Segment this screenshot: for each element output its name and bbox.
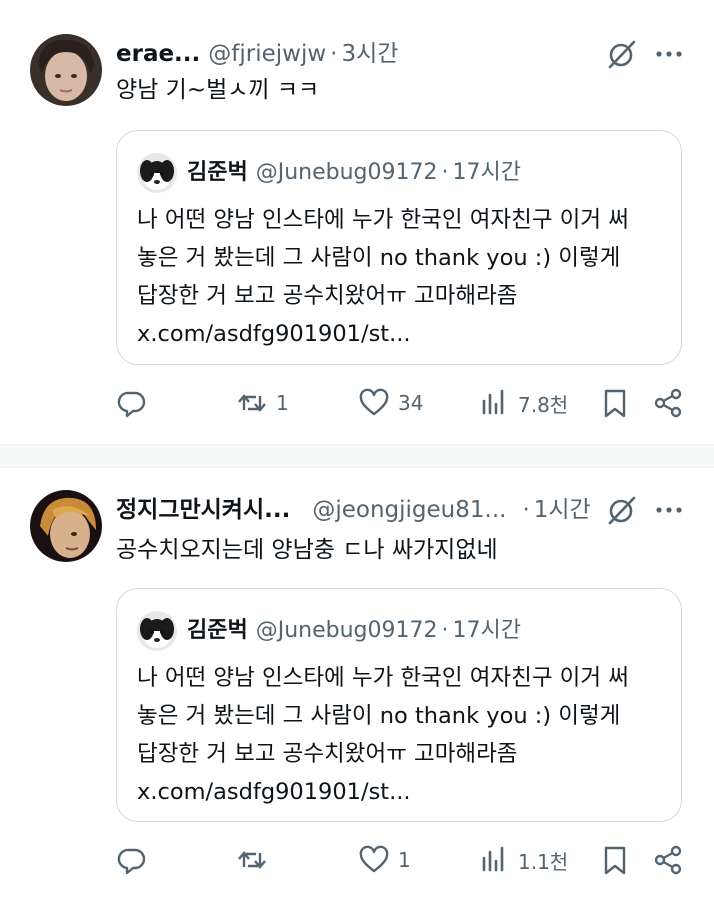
author-avatar[interactable]	[30, 34, 102, 106]
like-icon	[359, 388, 389, 416]
views-button[interactable]: 7.8천	[480, 383, 568, 423]
views-icon	[482, 846, 504, 872]
repost-icon	[238, 851, 266, 869]
quote-author-name[interactable]: 김준벅	[187, 160, 248, 185]
bookmark-icon	[604, 846, 626, 875]
quote-line: 놓은 거 봤는데 그 사람이 no thank you :) 이렇게	[137, 703, 621, 729]
quote-time: 17시간	[452, 160, 521, 185]
post-divider	[0, 444, 714, 468]
grok-icon[interactable]	[606, 494, 638, 526]
like-button[interactable]: 1	[358, 840, 411, 880]
quote-author-handle[interactable]: @Junebug09172	[256, 618, 438, 643]
share-button[interactable]	[652, 840, 684, 880]
quote-text: 나 어떤 양남 인스타에 누가 한국인 여자친구 이거 써 놓은 거 봤는데 그…	[137, 201, 629, 353]
author-handle[interactable]: @jeongjigeu81...	[312, 497, 506, 523]
like-count: 1	[398, 848, 411, 872]
more-icon[interactable]	[653, 38, 685, 70]
post-header: erae... @fjriejwjw · 3시간	[116, 36, 398, 72]
views-icon	[482, 389, 504, 415]
quote-line: 놓은 거 봤는데 그 사람이 no thank you :) 이렇게	[137, 245, 621, 271]
quote-avatar	[137, 153, 177, 193]
separator-dot: ·	[522, 497, 530, 523]
view-count: 7.8천	[518, 392, 569, 417]
author-handle[interactable]: @fjriejwjw	[208, 41, 326, 67]
grok-icon[interactable]	[606, 38, 638, 70]
views-button[interactable]: 1.1천	[480, 840, 568, 880]
reply-icon	[117, 391, 146, 418]
post-2[interactable]: 정지그만시켜시... @jeongjigeu81... · 1시간 공수치오지는데 양…	[0, 468, 714, 913]
post-text: 양남 기~벌ㅅ끼 ㅋㅋ	[116, 77, 320, 103]
repost-count: 1	[276, 391, 289, 415]
quote-line: 답장한 거 보고 공수치왔어ㅠ 고마해라좀	[137, 283, 518, 309]
action-bar: 1 34 7.8천	[0, 383, 714, 423]
quote-author-name[interactable]: 김준벅	[187, 618, 248, 643]
quoted-post[interactable]: 김준벅 @Junebug09172 · 17시간 나 어떤 양남 인스타에 누가 한국…	[116, 130, 682, 365]
post-header: 정지그만시켜시... @jeongjigeu81... · 1시간	[116, 492, 591, 528]
bookmark-icon	[604, 389, 626, 418]
share-icon	[654, 845, 682, 875]
reply-button[interactable]	[116, 840, 156, 880]
quote-author-handle[interactable]: @Junebug09172	[256, 160, 438, 185]
repost-icon	[238, 394, 266, 412]
separator-dot: ·	[330, 41, 338, 67]
repost-button[interactable]: 1	[236, 383, 289, 423]
post-1[interactable]: erae... @fjriejwjw · 3시간 양남 기~벌ㅅ끼 ㅋㅋ 김준벅 @	[0, 0, 714, 440]
bookmark-button[interactable]	[600, 383, 630, 423]
like-count: 34	[398, 391, 424, 415]
reply-icon	[117, 848, 146, 875]
more-icon[interactable]	[653, 494, 685, 526]
quote-link[interactable]: x.com/asdfg901901/st...	[137, 315, 629, 353]
quote-avatar	[137, 611, 177, 651]
quote-link[interactable]: x.com/asdfg901901/st...	[137, 773, 629, 811]
quote-text: 나 어떤 양남 인스타에 누가 한국인 여자친구 이거 써 놓은 거 봤는데 그…	[137, 659, 629, 811]
post-time[interactable]: 1시간	[534, 497, 591, 523]
quote-meta: 김준벅 @Junebug09172 · 17시간	[187, 155, 521, 191]
quote-meta: 김준벅 @Junebug09172 · 17시간	[187, 613, 521, 649]
share-icon	[654, 388, 682, 418]
share-button[interactable]	[652, 383, 684, 423]
post-time[interactable]: 3시간	[341, 41, 398, 67]
view-count: 1.1천	[518, 849, 569, 874]
author-avatar[interactable]	[30, 490, 102, 562]
like-icon	[359, 845, 389, 873]
repost-button[interactable]	[236, 840, 276, 880]
author-name[interactable]: 정지그만시켜시...	[116, 497, 290, 523]
author-name[interactable]: erae...	[116, 41, 200, 67]
quote-time: 17시간	[452, 618, 521, 643]
separator-dot: ·	[441, 160, 449, 185]
action-bar: 1 1.1천	[0, 840, 714, 880]
post-text: 공수치오지는데 양남충 ㄷ나 싸가지없네	[116, 537, 498, 563]
quote-line: 나 어떤 양남 인스타에 누가 한국인 여자친구 이거 써	[137, 207, 629, 233]
bookmark-button[interactable]	[600, 840, 630, 880]
like-button[interactable]: 34	[358, 383, 423, 423]
reply-button[interactable]	[116, 383, 156, 423]
quote-line: 답장한 거 보고 공수치왔어ㅠ 고마해라좀	[137, 741, 518, 767]
quote-line: 나 어떤 양남 인스타에 누가 한국인 여자친구 이거 써	[137, 665, 629, 691]
quoted-post[interactable]: 김준벅 @Junebug09172 · 17시간 나 어떤 양남 인스타에 누가 한국…	[116, 588, 682, 822]
separator-dot: ·	[441, 618, 449, 643]
